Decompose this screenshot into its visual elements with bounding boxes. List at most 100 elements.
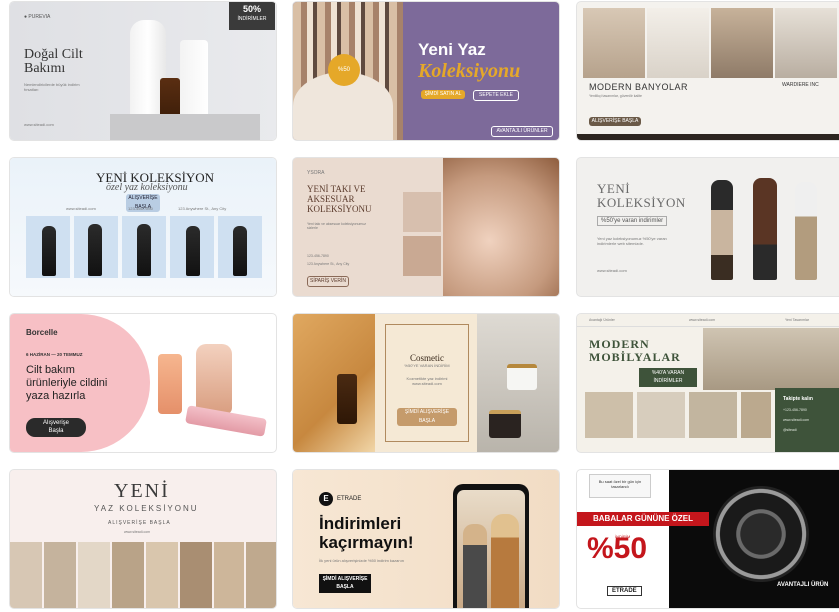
template-card-modern-furniture[interactable]: Avantajlı Ürünler www.siteadi.com Yeni T… <box>577 314 839 452</box>
template-card-new-collection[interactable]: YENİ KOLEKSİYON özel yaz koleksiyonu ALI… <box>10 158 276 296</box>
card-title: Yeni Yaz Koleksiyonu <box>418 40 520 83</box>
title-line-1: İndirimleri <box>319 514 402 533</box>
summer-photo-7 <box>214 542 244 608</box>
card-title: YENİ TAKI VE AKSESUAR KOLEKSİYONU <box>307 184 372 214</box>
discount-badge: %40'A VARAN İNDİRİMLER <box>639 368 697 387</box>
headline-line-1: Cilt bakım <box>26 364 75 376</box>
add-to-cart-button[interactable]: SEPETE EKLE <box>473 90 519 101</box>
model-photo-2 <box>74 216 118 278</box>
address: 123 Anywhere St., Any City <box>178 206 227 211</box>
card-title: MODERN MOBİLYALAR <box>589 338 681 364</box>
script-subtitle: özel yaz koleksiyonu <box>106 182 188 193</box>
brand-name: Borcelle <box>26 328 58 337</box>
card-title: Doğal Cilt Bakımı <box>24 48 83 76</box>
template-card-modern-bathrooms[interactable]: MODERN BANYOLAR Yenilikçi tasarımlar, gü… <box>577 2 839 140</box>
furniture-photo-2 <box>637 392 685 438</box>
shop-button-label-2: Başla <box>48 428 64 434</box>
phone-mockup <box>453 484 529 608</box>
date-range: 6 HAZİRAN — 20 TEMMUZ <box>26 352 83 357</box>
model-woman-2 <box>491 514 519 608</box>
shop-button[interactable]: Alışverişe Başla <box>26 418 86 437</box>
badge-percent: 50% <box>242 4 261 14</box>
address: 123 Anywhere St., Any City <box>307 262 350 266</box>
model-3 <box>795 182 817 280</box>
model-photo-1 <box>26 216 70 278</box>
summer-photo-1 <box>10 542 42 608</box>
subtitle: YAZ KOLEKSİYONU <box>94 504 199 513</box>
description: Yeni yaz koleksiyonumuz %50'ye varan ind… <box>597 236 667 246</box>
featured-button[interactable]: AVANTAJLI ÜRÜN <box>777 582 828 588</box>
shop-now-button[interactable]: ŞİMDİ ALIŞVERİŞE BAŞLA <box>397 408 457 426</box>
topbar-text-3: Yeni Tasarımlar <box>785 318 809 322</box>
topbar-text-1: Avantajlı Ürünler <box>589 318 615 322</box>
template-card-skincare-summer[interactable]: Borcelle 6 HAZİRAN — 20 TEMMUZ Cilt bakı… <box>10 314 276 452</box>
model-photo-5 <box>218 216 262 278</box>
url: www.siteadi.com <box>597 268 627 273</box>
pedestal <box>110 114 260 140</box>
start-shopping-button[interactable]: ALIŞVERİŞE BAŞLA <box>589 117 641 126</box>
discount-circle: %50 <box>328 54 360 86</box>
url: www.siteadi.com <box>783 418 810 422</box>
tube-product <box>158 354 182 414</box>
title-line-2: AKSESUAR <box>307 194 355 204</box>
title-line-1: Yeni Yaz <box>418 40 486 59</box>
discount-label: İNDİRİM <box>615 534 631 539</box>
shop-label[interactable]: ALIŞVERİŞE BAŞLA <box>108 520 171 526</box>
title-line-2: kaçırmayın! <box>319 533 414 552</box>
brand-name: PUREVIA <box>28 14 51 20</box>
description: Nemlendiricilerde büyük indirim fırsatla… <box>24 82 80 92</box>
title-line-1: YENİ <box>597 181 631 196</box>
template-card-summer-collection-2[interactable]: YENİ YAZ KOLEKSİYONU ALIŞVERİŞE BAŞLA ww… <box>10 470 276 608</box>
model-1 <box>711 180 733 280</box>
button-line-2: BAŞLA <box>336 584 354 590</box>
serum-bottle <box>196 344 232 414</box>
badge-line-1: %40'A VARAN <box>651 370 685 376</box>
phone: 123-456-7890 <box>307 254 329 258</box>
template-card-skin-care[interactable]: ● PUREVIA Doğal Cilt Bakımı Nemlendirici… <box>10 2 276 140</box>
template-card-jewelry[interactable]: YSORA YENİ TAKI VE AKSESUAR KOLEKSİYONU … <box>293 158 559 296</box>
headline: Cilt bakım ürünleriyle cildini yaza hazı… <box>26 364 107 403</box>
shop-now-button[interactable]: ŞİMDİ ALIŞVERİŞE BAŞLA <box>319 574 371 593</box>
badge-text: İNDİRİMLER <box>237 16 267 22</box>
brand-name: YSORA <box>307 170 325 176</box>
summer-photo-3 <box>78 542 110 608</box>
card-title: YENİ <box>114 480 170 502</box>
buy-now-button[interactable]: ŞİMDİ SATIN AL <box>421 90 465 99</box>
furniture-photo-1 <box>585 392 633 438</box>
promo-banner: BABALAR GÜNÜNE ÖZEL <box>577 512 709 526</box>
template-card-discounts[interactable]: E ETRADE İndirimleri kaçırmayın! İlk yen… <box>293 470 559 608</box>
phone: 123-456-7890 <box>128 206 153 211</box>
template-card-cosmetic[interactable]: Cosmetic %50'YE VARAN İNDİRİM Kozmetikte… <box>293 314 559 452</box>
summer-photo-4 <box>112 542 144 608</box>
subtitle: %50'YE VARAN İNDİRİM <box>404 363 450 368</box>
card-footer-bar <box>577 134 839 140</box>
bathroom-photo-1 <box>583 8 645 78</box>
jar-2 <box>489 410 521 438</box>
url: www.siteadi.com <box>124 530 151 534</box>
summer-photo-2 <box>44 542 76 608</box>
url: www.siteadi.com <box>66 206 96 211</box>
model-woman-1 <box>463 524 487 608</box>
topbar-text-2: www.siteadi.com <box>689 318 716 322</box>
title-line-2: Bakımı <box>24 61 66 76</box>
title-line-2: MOBİLYALAR <box>589 350 681 364</box>
jar-1 <box>507 364 537 390</box>
contact-title: Takipte kalın <box>783 396 813 402</box>
brand-logo: ● PUREVIA <box>24 14 51 20</box>
order-button[interactable]: SİPARİŞ VERİN <box>307 276 349 287</box>
model-photo-4 <box>170 216 214 278</box>
template-card-fathers-day[interactable]: Bu saat özel bir gün için tasarlandı BAB… <box>577 470 839 608</box>
subtitle: Yenilikçi tasarımlar, güvenilir kalite <box>589 94 642 98</box>
brand-name: ETRADE <box>337 496 362 502</box>
brand-logo: E <box>319 492 333 506</box>
card-title: Cosmetic <box>410 353 444 363</box>
furniture-photo-3 <box>689 392 737 438</box>
template-card-fashion-collection[interactable]: YENİ KOLEKSİYON %50'ye varan indirimler … <box>577 158 839 296</box>
template-card-summer-collection[interactable]: %50 Yeni Yaz Koleksiyonu ŞİMDİ SATIN AL … <box>293 2 559 140</box>
model-photo-3 <box>122 216 166 278</box>
bathroom-photo-3 <box>711 8 773 78</box>
discount-badge: 50% İNDİRİMLER <box>229 2 275 30</box>
headline-line-3: yaza hazırla <box>26 390 86 402</box>
mid-text-2: www.siteadi.com <box>412 381 442 386</box>
featured-products-button[interactable]: AVANTAJLI ÜRÜNLER <box>491 126 553 137</box>
